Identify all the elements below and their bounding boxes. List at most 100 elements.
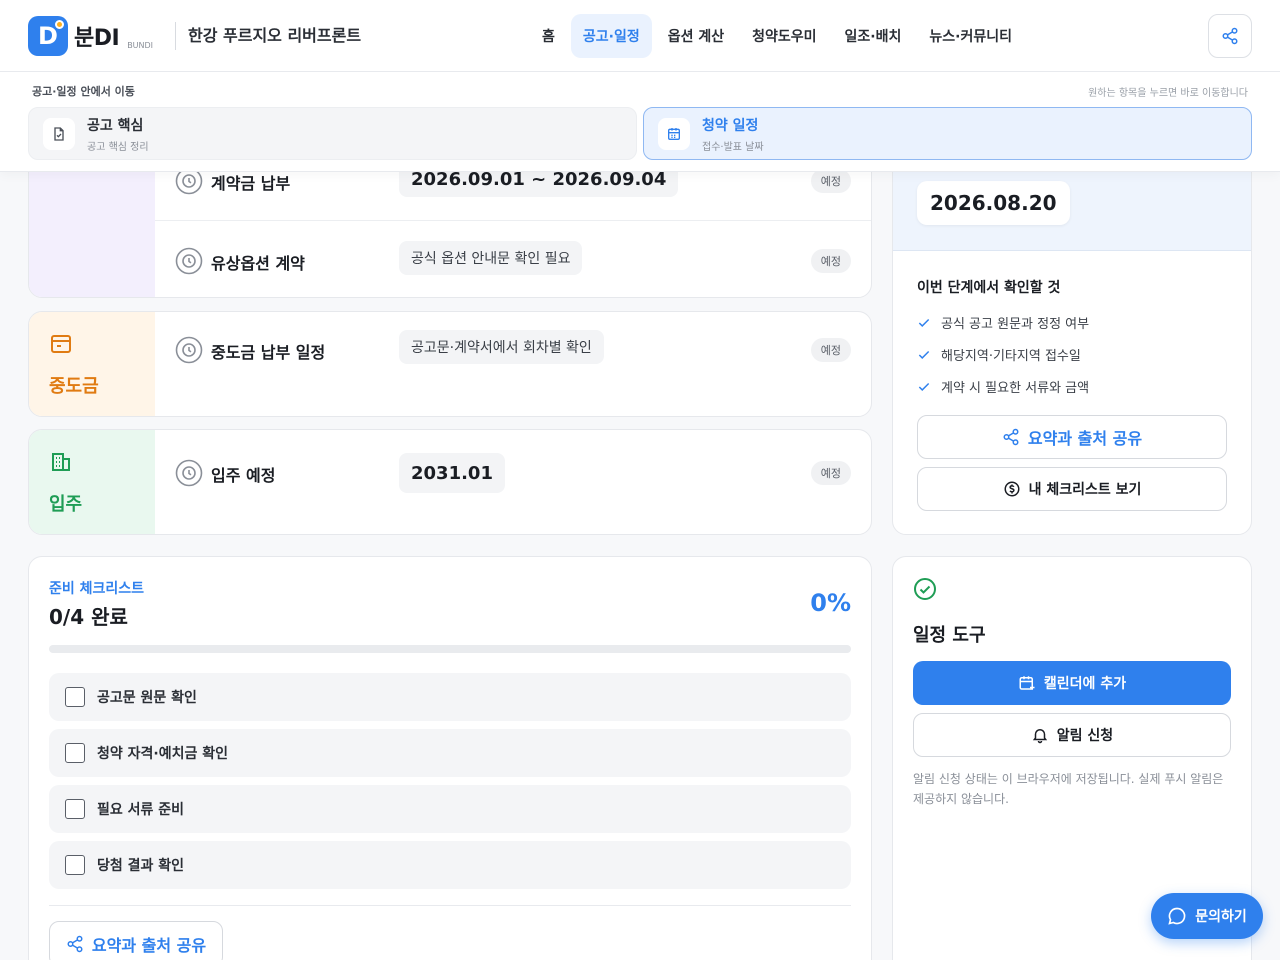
- status-badge: 예정: [810, 461, 851, 485]
- logo[interactable]: D 분DI BUNDI: [28, 16, 153, 56]
- check-icon: [918, 350, 930, 359]
- timeline-row-name: 계약금 납부: [211, 174, 291, 193]
- timeline-row-value: 공고문·계약서에서 회차별 확인: [399, 330, 604, 364]
- current-step-date: 2026.08.20: [917, 181, 1070, 225]
- check-circle-icon: [914, 578, 936, 600]
- building-icon: [52, 453, 70, 471]
- check-item: 공식 공고 원문과 정정 여부: [917, 313, 1089, 332]
- checklist-label: 준비 체크리스트: [49, 581, 145, 597]
- timeline-row: 입주 예정 2031.01 예정: [155, 433, 871, 513]
- share-icon: [1222, 27, 1238, 45]
- bell-icon: [1032, 729, 1047, 744]
- timeline-row: 유상옵션 계약 공식 옵션 안내문 확인 필요 예정: [155, 221, 871, 297]
- checklist-item[interactable]: 청약 자격·예치금 확인: [49, 729, 851, 777]
- logo-mark: D: [28, 16, 68, 56]
- checklist-item-label: 공고문 원문 확인: [97, 690, 197, 706]
- checklist-percent: 0%: [810, 589, 851, 617]
- section-card-desc: 공고 핵심 정리: [87, 141, 149, 153]
- status-badge: 예정: [810, 169, 851, 193]
- timeline-row-name: 중도금 납부 일정: [211, 343, 326, 362]
- share-button[interactable]: [1208, 14, 1252, 58]
- checklist-item[interactable]: 당첨 결과 확인: [49, 841, 851, 889]
- timeline-movein-label: 입주: [49, 494, 83, 515]
- share-summary-label: 요약과 출처 공유: [1027, 429, 1143, 448]
- inquiry-chat-label: 문의하기: [1195, 909, 1247, 925]
- section-card-desc: 접수·발표 날짜: [702, 141, 764, 153]
- document-icon: [43, 117, 75, 150]
- timeline-row-name: 입주 예정: [211, 466, 276, 485]
- check-icon: [918, 318, 930, 327]
- nav-sunlight-layout[interactable]: 일조·배치: [833, 14, 914, 58]
- section-card-notice[interactable]: 공고 핵심 공고 핵심 정리: [28, 107, 637, 160]
- section-nav-hint: 원하는 항목을 누르면 바로 이동합니다: [1088, 88, 1248, 99]
- timeline-middle-label: 중도금: [49, 376, 99, 397]
- schedule-tools-title: 일정 도구: [913, 625, 986, 646]
- logo-subtext: BUNDI: [127, 41, 154, 50]
- timeline-movein-card: 입주 입주 예정 2031.01 예정: [28, 429, 872, 535]
- add-to-calendar-button[interactable]: 캘린더에 추가: [913, 661, 1231, 705]
- nav-notice-schedule[interactable]: 공고·일정: [570, 14, 652, 58]
- timeline-row-name: 유상옵션 계약: [211, 254, 305, 273]
- inquiry-chat-button[interactable]: 문의하기: [1151, 893, 1263, 939]
- logo-dot: [55, 20, 64, 29]
- status-badge: 예정: [810, 338, 851, 362]
- nav-option-calc[interactable]: 옵션 계산: [656, 14, 736, 58]
- checkbox[interactable]: [65, 687, 85, 707]
- alarm-request-button[interactable]: 알림 신청: [913, 713, 1231, 757]
- main-nav: 홈 공고·일정 옵션 계산 청약도우미 일조·배치 뉴스·커뮤니티: [530, 14, 1024, 58]
- share-icon: [67, 935, 83, 953]
- section-card-schedule[interactable]: 청약 일정 접수·발표 날짜: [643, 107, 1252, 160]
- check-title: 이번 단계에서 확인할 것: [917, 280, 1061, 296]
- top-header: D 분DI BUNDI 한강 푸르지오 리버프론트 홈 공고·일정 옵션 계산 …: [0, 0, 1280, 72]
- timeline-row-value: 공식 옵션 안내문 확인 필요: [399, 241, 583, 275]
- prep-checklist-card: 준비 체크리스트 0/4 완료 0% 공고문 원문 확인 청약 자격·예치금 확…: [28, 556, 872, 960]
- wallet-icon: [51, 335, 71, 353]
- checklist-item-label: 청약 자격·예치금 확인: [97, 746, 228, 762]
- check-item-text: 계약 시 필요한 서류와 금액: [941, 381, 1090, 396]
- calendar-icon: [658, 117, 690, 150]
- checkbox[interactable]: [65, 743, 85, 763]
- coin-icon: [1004, 481, 1020, 497]
- checkbox[interactable]: [65, 799, 85, 819]
- check-item: 계약 시 필요한 서류와 금액: [917, 377, 1089, 396]
- section-card-title: 청약 일정: [702, 117, 759, 134]
- checklist-item[interactable]: 필요 서류 준비: [49, 785, 851, 833]
- chat-icon: [1168, 907, 1186, 925]
- nav-subscription-helper[interactable]: 청약도우미: [740, 14, 828, 58]
- timeline-movein-side: 입주: [29, 430, 155, 534]
- checklist-share-label: 요약과 출처 공유: [91, 936, 207, 955]
- checkbox[interactable]: [65, 855, 85, 875]
- section-nav-title: 공고·일정 안에서 이동: [32, 85, 135, 98]
- checklist-progress-bar: [49, 645, 851, 653]
- current-step-card: 2026.08.20 이번 단계에서 확인할 것 공식 공고 원문과 정정 여부…: [892, 110, 1252, 535]
- my-checklist-button[interactable]: 내 체크리스트 보기: [917, 467, 1227, 511]
- divider: [49, 905, 851, 906]
- current-step-date-band: 2026.08.20: [893, 171, 1251, 251]
- my-checklist-label: 내 체크리스트 보기: [1028, 482, 1142, 498]
- checklist-count: 0/4 완료: [49, 605, 128, 629]
- check-item-text: 공식 공고 원문과 정정 여부: [941, 317, 1090, 332]
- clock-icon: [175, 459, 203, 487]
- timeline-middle-card: 중도금 중도금 납부 일정 공고문·계약서에서 회차별 확인 예정: [28, 311, 872, 417]
- alarm-request-label: 알림 신청: [1056, 728, 1114, 744]
- checklist-item-label: 당첨 결과 확인: [97, 858, 185, 874]
- section-card-title: 공고 핵심: [87, 117, 144, 134]
- timeline-row: 중도금 납부 일정 공고문·계약서에서 회차별 확인 예정: [155, 312, 871, 390]
- check-item: 해당지역·기타지역 접수일: [917, 345, 1081, 364]
- share-summary-button[interactable]: 요약과 출처 공유: [917, 415, 1227, 459]
- clock-icon: [175, 247, 203, 275]
- add-to-calendar-label: 캘린더에 추가: [1043, 676, 1127, 692]
- checklist-item-label: 필요 서류 준비: [97, 802, 185, 818]
- checklist-share-button[interactable]: 요약과 출처 공유: [49, 921, 223, 960]
- alarm-note: 알림 신청 상태는 이 브라우저에 저장됩니다. 실제 푸시 알림은 제공하지 …: [913, 772, 1224, 806]
- logo-text: 분DI: [74, 26, 120, 51]
- nav-news-community[interactable]: 뉴스·커뮤니티: [917, 14, 1024, 58]
- site-name: 한강 푸르지오 리버프론트: [175, 22, 361, 50]
- checklist-item[interactable]: 공고문 원문 확인: [49, 673, 851, 721]
- calendar-add-icon: [1019, 676, 1035, 690]
- check-icon: [918, 382, 930, 391]
- nav-home[interactable]: 홈: [530, 14, 567, 58]
- section-nav: 공고·일정 안에서 이동 원하는 항목을 누르면 바로 이동합니다 공고 핵심 …: [0, 72, 1280, 172]
- share-icon: [1003, 428, 1019, 446]
- check-item-text: 해당지역·기타지역 접수일: [941, 349, 1081, 364]
